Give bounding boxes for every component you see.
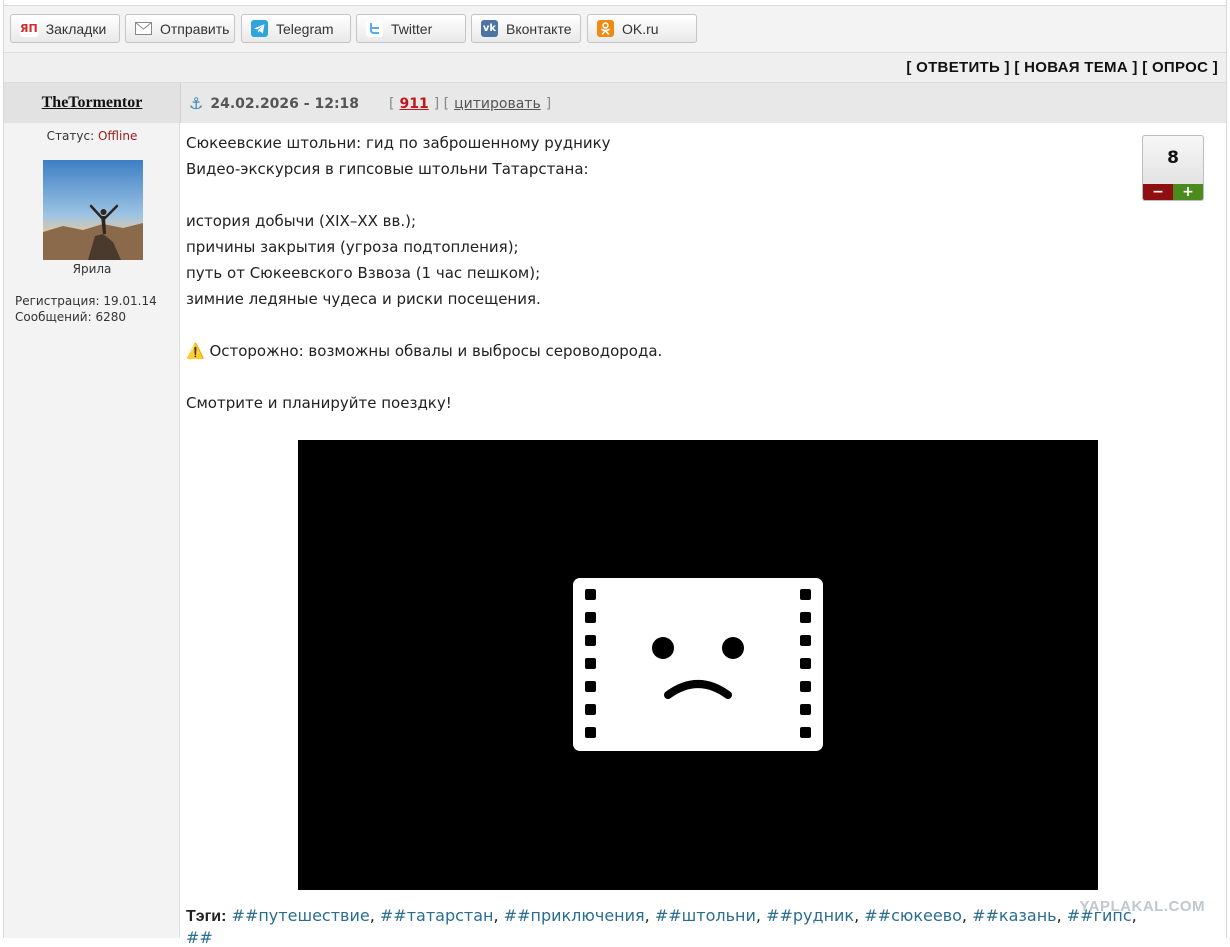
post-line: зимние ледяные чудеса и риски посещения. — [186, 290, 541, 308]
post-line — [186, 312, 1086, 338]
post-rating-widget: 8 − + — [1142, 135, 1204, 201]
post-line — [186, 182, 1086, 208]
message-count: Сообщений: 6280 — [15, 310, 126, 324]
avatar-caption: Ярила — [72, 262, 112, 276]
bookmarks-button[interactable]: ЯП Закладки — [10, 14, 120, 43]
envelope-icon — [135, 20, 152, 37]
tags-label: Тэги: — [186, 908, 227, 925]
ok-share-button[interactable]: OK.ru — [587, 14, 697, 43]
anchor-icon[interactable]: ⚓ — [189, 94, 203, 113]
post-line: история добычи (XIX–XX вв.); — [186, 212, 416, 230]
yandex-bookmarks-icon: ЯП — [20, 20, 38, 37]
twitter-label: Twitter — [391, 20, 433, 37]
vk-icon: vk — [481, 20, 498, 37]
author-cell: TheTormentor — [4, 83, 181, 123]
topic-actions-bar: [ ОТВЕТИТЬ ] [ НОВАЯ ТЕМА ] [ ОПРОС ] — [4, 53, 1226, 83]
tag-link[interactable]: ##рудник — [766, 906, 854, 925]
new-topic-link[interactable]: НОВАЯ ТЕМА — [1024, 59, 1128, 76]
send-email-button[interactable]: Отправить — [125, 14, 235, 43]
tag-link[interactable]: ##путешествие — [232, 906, 370, 925]
status-label: Статус: — [46, 129, 95, 143]
send-label: Отправить — [160, 20, 230, 37]
post-content: Сюкеевские штольни: гид по заброшенному … — [186, 123, 1226, 947]
share-bar: ЯП Закладки Отправить Telegram Twitter v… — [4, 6, 1226, 53]
twitter-icon — [366, 20, 383, 37]
user-stats: Регистрация: 19.01.14 Сообщений: 6280 — [15, 293, 157, 325]
ok-label: OK.ru — [622, 20, 659, 37]
rating-plus-button[interactable]: + — [1173, 184, 1203, 200]
registration-date: Регистрация: 19.01.14 — [15, 294, 157, 308]
reply-link[interactable]: ОТВЕТИТЬ — [916, 59, 1000, 76]
rating-value: 8 — [1167, 148, 1179, 168]
post-rating-link[interactable]: 911 — [400, 96, 429, 112]
tag-link[interactable]: ##штольни — [655, 906, 756, 925]
telegram-share-button[interactable]: Telegram — [241, 14, 351, 43]
post-meta: ⚓ 24.02.2026 - 12:18 [ 911 ] [ цитироват… — [189, 94, 552, 113]
post-header: TheTormentor ⚓ 24.02.2026 - 12:18 [ 911 … — [4, 83, 1226, 123]
author-sidebar: Статус: Offline Ярила Регистрация: 19.01… — [4, 123, 180, 938]
topic-actions: [ ОТВЕТИТЬ ] [ НОВАЯ ТЕМА ] [ ОПРОС ] — [906, 59, 1218, 76]
twitter-share-button[interactable]: Twitter — [356, 14, 466, 43]
site-watermark: YAPLAKAL.COM — [1079, 898, 1205, 915]
post-line: путь от Сюкеевского Взвоза (1 час пешком… — [186, 264, 541, 282]
tags-line: Тэги: ##путешествие, ##татарстан, ##прик… — [186, 906, 1137, 925]
vk-label: Вконтакте — [506, 20, 572, 37]
post-date: 24.02.2026 - 12:18 — [210, 95, 360, 112]
telegram-icon — [251, 20, 268, 37]
odnoklassniki-icon — [597, 20, 614, 37]
post-line: причины закрытия (угроза подтопления); — [186, 238, 519, 256]
quote-link[interactable]: цитировать — [454, 96, 541, 112]
tag-link[interactable]: ##казань — [972, 906, 1056, 925]
tag-link[interactable]: ##приключения — [504, 906, 645, 925]
post-line: ⚠️ Осторожно: возможны обвалы и выбросы … — [186, 342, 663, 360]
author-name-link[interactable]: TheTormentor — [42, 94, 143, 112]
telegram-label: Telegram — [276, 20, 334, 37]
broken-video-icon — [573, 578, 823, 751]
post-line: Видео-экскурсия в гипсовые штольни Татар… — [186, 160, 589, 178]
avatar[interactable] — [43, 160, 143, 260]
post-line — [186, 364, 1086, 390]
tag-link[interactable]: ##сюкеево — [864, 906, 962, 925]
post-line: Сюкеевские штольни: гид по заброшенному … — [186, 134, 611, 152]
vk-share-button[interactable]: vk Вконтакте — [471, 14, 581, 43]
rating-minus-button[interactable]: − — [1143, 184, 1173, 200]
post-body: Сюкеевские штольни: гид по заброшенному … — [186, 130, 1086, 416]
tag-link[interactable]: ##татарстан — [380, 906, 494, 925]
poll-link[interactable]: ОПРОС — [1152, 59, 1208, 76]
bookmarks-label: Закладки — [45, 20, 107, 37]
video-player[interactable] — [298, 440, 1098, 890]
post-line: Смотрите и планируйте поездку! — [186, 394, 452, 412]
status-value: Offline — [97, 129, 138, 143]
user-status: Статус: Offline — [4, 129, 180, 143]
